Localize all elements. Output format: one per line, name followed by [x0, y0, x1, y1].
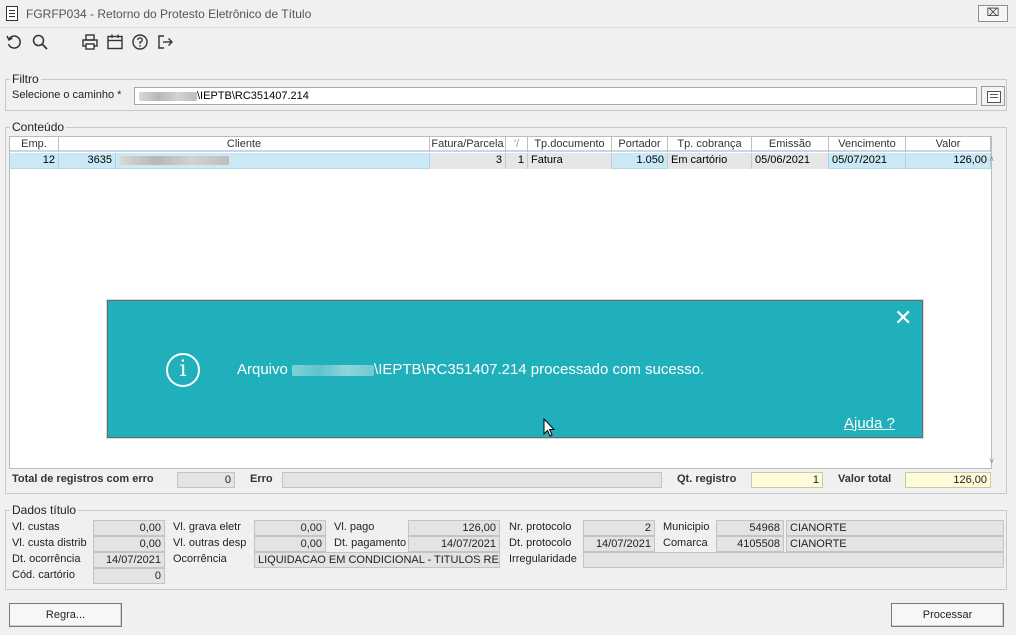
cell-parcela: 1	[506, 153, 528, 169]
erro-value	[282, 472, 662, 488]
search-icon[interactable]	[31, 33, 51, 53]
dt-ocorrencia-label: Dt. ocorrência	[12, 553, 81, 565]
comarca-code: 4105508	[716, 536, 784, 552]
vl-custas-label: Vl. custas	[12, 521, 60, 533]
cell-portador: 1.050	[612, 153, 668, 169]
scroll-down-arrow-icon[interactable]: ˅	[989, 456, 994, 466]
ocorrencia-value: LIQUIDACAO EM CONDICIONAL - TITULOS RECE…	[254, 552, 500, 568]
cell-cliente-nome	[116, 153, 430, 169]
cod-cartorio-value: 0	[93, 568, 165, 584]
toast-message: Arquivo \IEPTB\RC351407.214 processado c…	[237, 361, 704, 378]
path-label: Selecione o caminho *	[12, 89, 122, 101]
vl-grava-eletr-value: 0,00	[254, 520, 326, 536]
municipio-name: CIANORTE	[786, 520, 1004, 536]
toast-help-link[interactable]: Ajuda ?	[844, 415, 895, 432]
col-emissao[interactable]: Emissão	[752, 137, 829, 152]
table-row[interactable]: 12 3635 3 1 Fatura 1.050 Em cartório 05/…	[10, 153, 991, 169]
toast-close-icon[interactable]: ✕	[894, 307, 912, 329]
qt-registro-label: Qt. registro	[677, 473, 737, 485]
window-title: FGRFP034 - Retorno do Protesto Eletrônic…	[26, 7, 312, 21]
path-value: \IEPTB\RC351407.214	[197, 90, 309, 102]
qt-registro-value: 1	[751, 472, 823, 488]
nr-protocolo-value: 2	[583, 520, 655, 536]
col-parcela[interactable]: ′/	[506, 137, 528, 152]
dt-ocorrencia-value: 14/07/2021	[93, 552, 165, 568]
col-valor[interactable]: Valor	[906, 137, 991, 152]
redacted-text	[139, 91, 197, 101]
cell-vencimento: 05/07/2021	[829, 153, 906, 169]
vl-outras-desp-value: 0,00	[254, 536, 326, 552]
dt-pagamento-label: Dt. pagamento	[334, 537, 407, 549]
vl-pago-label: Vl. pago	[334, 521, 375, 533]
cell-tp-documento: Fatura	[528, 153, 612, 169]
cell-fatura: 3	[430, 153, 506, 169]
exit-icon[interactable]	[156, 33, 176, 53]
conteudo-legend: Conteúdo	[10, 120, 67, 134]
nr-protocolo-label: Nr. protocolo	[509, 521, 572, 533]
mouse-cursor-icon	[543, 418, 555, 437]
municipio-code: 54968	[716, 520, 784, 536]
toast-message-prefix: Arquivo	[237, 361, 288, 378]
dt-pagamento-value: 14/07/2021	[408, 536, 500, 552]
refresh-icon[interactable]	[5, 33, 25, 53]
cell-cliente-cod: 3635	[59, 153, 116, 169]
window-close-button[interactable]: ⌧	[978, 5, 1008, 22]
toast-message-suffix: \IEPTB\RC351407.214 processado com suces…	[374, 361, 705, 378]
cell-valor: 126,00	[906, 153, 991, 169]
ocorrencia-label: Ocorrência	[173, 553, 227, 565]
col-portador[interactable]: Portador	[612, 137, 668, 152]
dt-protocolo-value: 14/07/2021	[583, 536, 655, 552]
col-fatura-parcela[interactable]: Fatura/Parcela	[430, 137, 506, 152]
cell-emp: 12	[10, 153, 59, 169]
col-emp[interactable]: Emp.	[10, 137, 59, 152]
redacted-text	[292, 364, 375, 376]
success-toast: i Arquivo \IEPTB\RC351407.214 processado…	[107, 300, 923, 438]
toolbar	[0, 30, 1016, 56]
dt-protocolo-label: Dt. protocolo	[509, 537, 572, 549]
info-icon: i	[166, 353, 200, 387]
processar-button[interactable]: Processar	[891, 603, 1004, 627]
regra-button[interactable]: Regra...	[9, 603, 122, 627]
cell-emissao: 05/06/2021	[752, 153, 829, 169]
cod-cartorio-label: Cód. cartório	[12, 569, 75, 581]
irregularidade-value	[583, 552, 1004, 568]
redacted-text	[119, 155, 229, 165]
irregularidade-label: Irregularidade	[509, 553, 577, 565]
filtro-legend: Filtro	[10, 72, 41, 86]
col-vencimento[interactable]: Vencimento	[829, 137, 906, 152]
valor-total-label: Valor total	[838, 473, 892, 485]
total-erro-label: Total de registros com erro	[12, 473, 154, 485]
cell-tp-cobranca: Em cartório	[668, 153, 752, 169]
vl-custas-value: 0,00	[93, 520, 165, 536]
title-bar: FGRFP034 - Retorno do Protesto Eletrônic…	[0, 0, 1016, 28]
print-icon[interactable]	[81, 33, 101, 53]
calendar-icon[interactable]	[106, 33, 126, 53]
comarca-label: Comarca	[663, 537, 708, 549]
vl-outras-desp-label: Vl. outras desp	[173, 537, 247, 549]
comarca-name: CIANORTE	[786, 536, 1004, 552]
col-cliente[interactable]: Cliente	[59, 137, 430, 152]
help-icon[interactable]	[131, 33, 151, 53]
path-input[interactable]: \IEPTB\RC351407.214	[134, 87, 977, 105]
app-document-icon	[6, 6, 18, 21]
valor-total-value: 126,00	[905, 472, 991, 488]
total-erro-value: 0	[177, 472, 235, 488]
vl-custa-distrib-label: Vl. custa distrib	[12, 537, 87, 549]
vl-custa-distrib-value: 0,00	[93, 536, 165, 552]
municipio-label: Municipio	[663, 521, 710, 533]
scroll-up-arrow-icon[interactable]: ˄	[989, 154, 994, 164]
table-header: Emp. Cliente Fatura/Parcela ′/ Tp.docume…	[10, 137, 991, 152]
vl-grava-eletr-label: Vl. grava eletr	[173, 521, 241, 533]
erro-label: Erro	[250, 473, 273, 485]
col-tp-documento[interactable]: Tp.documento	[528, 137, 612, 152]
col-tp-cobranca[interactable]: Tp. cobrança	[668, 137, 752, 152]
vl-pago-value: 126,00	[408, 520, 500, 536]
browse-folder-button[interactable]	[981, 86, 1005, 106]
dados-titulo-legend: Dados título	[10, 503, 79, 517]
